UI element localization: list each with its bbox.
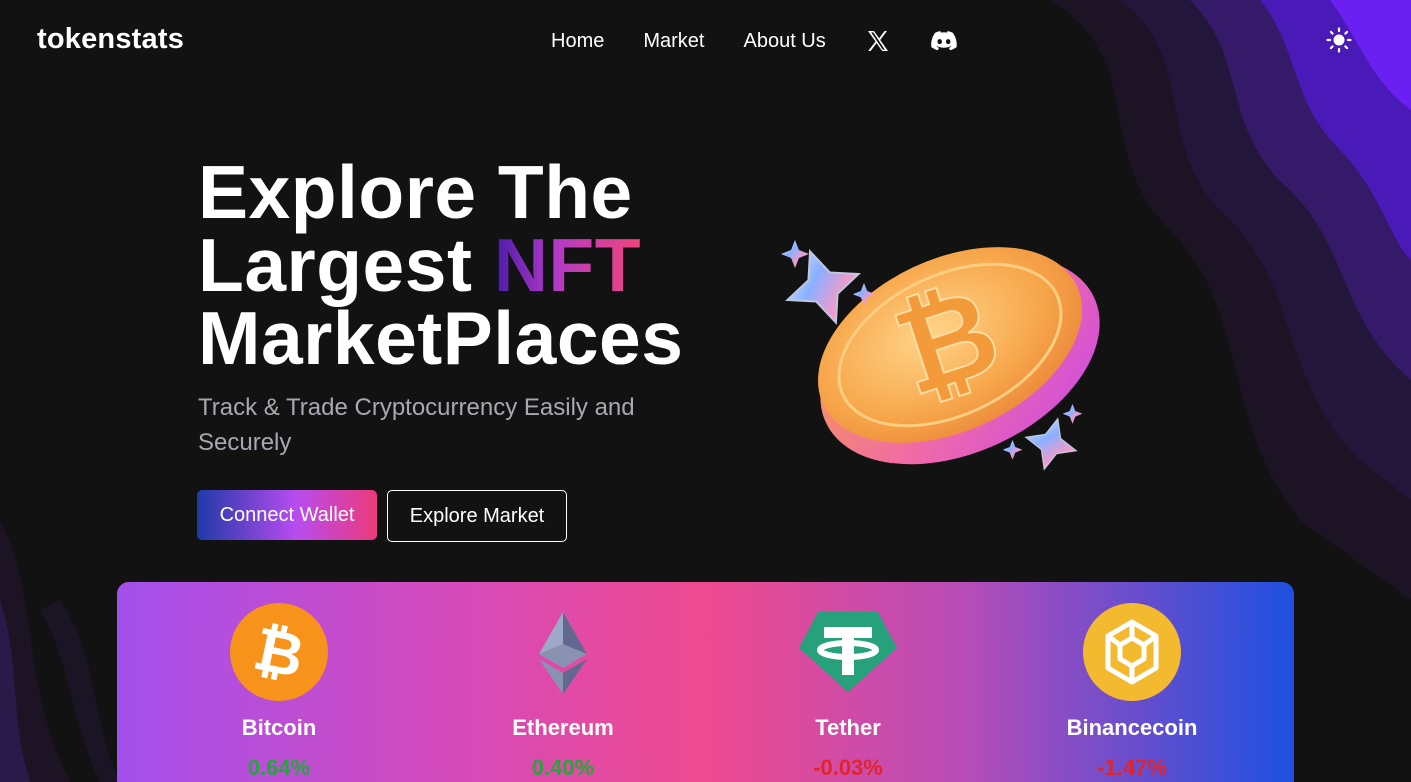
coin-name: Bitcoin <box>241 715 317 740</box>
nav-link-home[interactable]: Home <box>551 30 604 53</box>
coin-change: -0.03% <box>813 755 883 780</box>
coin-card-bitcoin[interactable]: ₿ Bitcoin 0.64% <box>164 582 394 782</box>
top-navbar: tokenstats Home Market About Us <box>0 0 1411 80</box>
hero-title-line2: Largest <box>198 223 494 307</box>
nav-link-about[interactable]: About Us <box>743 30 825 53</box>
nav-link-market[interactable]: Market <box>643 30 704 53</box>
bitcoin-coin-illustration: ₿ <box>781 240 1100 471</box>
bitcoin-icon: ₿ <box>230 603 328 701</box>
coin-change: 0.40% <box>531 755 595 780</box>
coin-name: Tether <box>815 715 881 740</box>
coin-change: -1.47% <box>1097 755 1167 780</box>
ethereum-icon <box>539 612 587 694</box>
hero-title-line1: Explore The <box>198 150 633 234</box>
coin-name: Binancecoin <box>1066 715 1198 740</box>
coin-card-binancecoin[interactable]: Binancecoin -1.47% <box>1017 582 1247 782</box>
binance-icon <box>1083 603 1181 701</box>
coin-strip: ₿ Bitcoin 0.64% Ethereum 0.40% Tether -0… <box>117 582 1294 782</box>
hero-title-highlight: NFT <box>493 223 642 307</box>
connect-wallet-button[interactable]: Connect Wallet <box>197 490 377 540</box>
page: tokenstats Home Market About Us Explore … <box>0 0 1411 782</box>
brand-logo[interactable]: tokenstats <box>37 23 184 56</box>
hero-subtitle: Track & Trade Cryptocurrency Easily and … <box>198 394 635 456</box>
hero-title-line3: MarketPlaces <box>198 296 684 380</box>
coin-card-tether[interactable]: Tether -0.03% <box>733 582 963 782</box>
discord-icon[interactable] <box>930 28 957 54</box>
explore-market-button[interactable]: Explore Market <box>387 490 567 542</box>
hero-title: Explore The Largest NFT MarketPlaces <box>198 155 683 376</box>
coin-change: 0.64% <box>247 755 311 780</box>
sun-icon[interactable] <box>1326 27 1352 53</box>
coin-name: Ethereum <box>512 715 614 740</box>
coin-card-ethereum[interactable]: Ethereum 0.40% <box>448 582 678 782</box>
nav-links: Home Market About Us <box>551 28 997 54</box>
tether-icon <box>799 612 897 692</box>
x-twitter-icon[interactable] <box>865 28 891 54</box>
